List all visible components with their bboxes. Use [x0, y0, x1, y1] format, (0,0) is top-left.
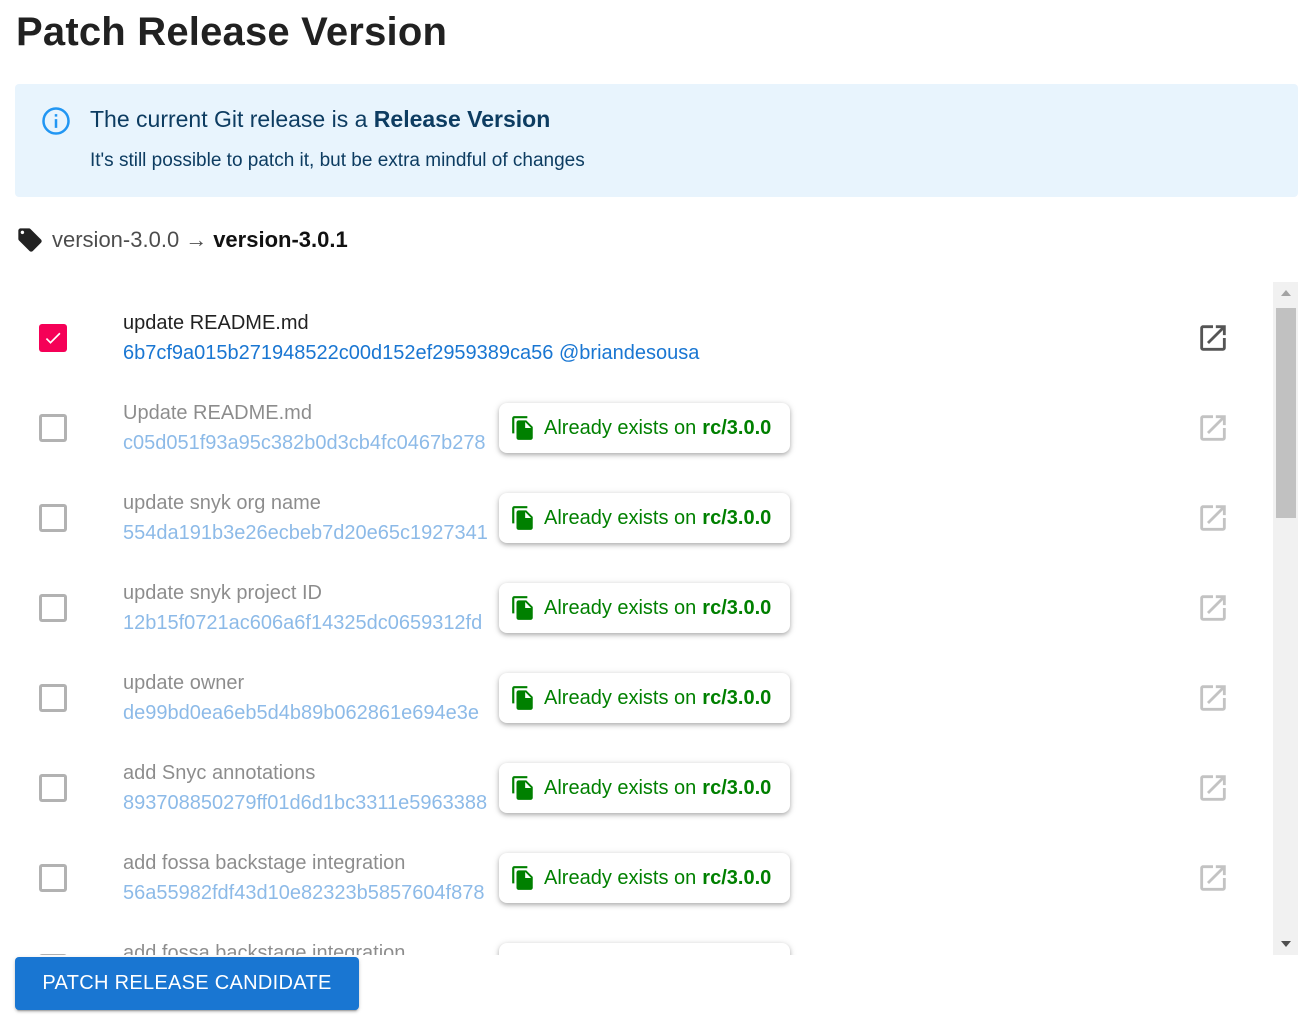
already-exists-chip: Already exists onrc/3.0.0 — [499, 853, 790, 903]
open-in-new-icon[interactable] — [1196, 771, 1230, 805]
open-in-new-icon[interactable] — [1196, 321, 1230, 355]
commit-message: update snyk org name — [123, 492, 321, 514]
version-transition: version-3.0.0 → version-3.0.1 — [16, 225, 348, 255]
version-arrow: → — [185, 227, 208, 252]
commit-row[interactable]: update snyk org name 554da191b3e26ecbeb7d… — [15, 462, 1271, 552]
already-exists-label: Already exists on — [544, 866, 697, 889]
commit-row[interactable]: update owner de99bd0ea6eb5d4b89b062861e69… — [15, 642, 1271, 732]
file-copy-icon — [512, 866, 533, 890]
commit-sha-link[interactable]: 893708850279ff01d6d1bc3311e5963388 — [123, 792, 487, 815]
already-exists-label: Already exists on — [544, 776, 697, 799]
commit-message: add fossa backstage integration — [123, 942, 406, 955]
commit-row[interactable]: add fossa backstage integration Already e… — [15, 912, 1271, 955]
from-version: version-3.0.0 — [52, 227, 180, 252]
commit-row[interactable]: update README.md 6b7cf9a015b271948522c00d… — [15, 282, 1271, 372]
already-exists-branch: rc/3.0.0 — [702, 686, 772, 709]
already-exists-label: Already exists on — [544, 506, 697, 529]
already-exists-chip: Already exists onrc/3.0.0 — [499, 673, 790, 723]
commit-sha-link[interactable]: 12b15f0721ac606a6f14325dc0659312fd — [123, 612, 482, 635]
info-alert: The current Git release is a Release Ver… — [15, 84, 1298, 197]
file-copy-icon — [512, 506, 533, 530]
patch-release-candidate-button[interactable]: PATCH RELEASE CANDIDATE — [15, 957, 359, 1010]
open-in-new-icon[interactable] — [1196, 861, 1230, 895]
already-exists-branch: rc/3.0.0 — [702, 416, 772, 439]
commit-checkbox[interactable] — [39, 594, 67, 622]
open-in-new-icon[interactable] — [1196, 591, 1230, 625]
commit-row[interactable]: update snyk project ID 12b15f0721ac606a6f… — [15, 552, 1271, 642]
file-copy-icon — [512, 776, 533, 800]
commit-message: update README.md — [123, 312, 309, 334]
scroll-thumb[interactable] — [1276, 308, 1296, 518]
already-exists-branch: rc/3.0.0 — [702, 506, 772, 529]
already-exists-label: Already exists on — [544, 686, 697, 709]
tag-icon — [18, 228, 42, 252]
open-in-new-icon[interactable] — [1196, 411, 1230, 445]
open-in-new-icon[interactable] — [1196, 681, 1230, 715]
commit-message: update owner — [123, 672, 245, 694]
file-copy-icon — [510, 954, 536, 955]
already-exists-branch: rc/3.0.0 — [702, 866, 772, 889]
already-exists-branch: rc/3.0.0 — [702, 596, 772, 619]
commit-row[interactable]: Update README.md c05d051f93a95c382b0d3cb4… — [15, 372, 1271, 462]
open-in-new-icon[interactable] — [1196, 951, 1230, 955]
commit-sha-link[interactable]: 6b7cf9a015b271948522c00d152ef2959389ca56… — [123, 342, 699, 365]
to-version: version-3.0.1 — [213, 227, 348, 252]
alert-body: It's still possible to patch it, but be … — [90, 150, 585, 171]
already-exists-chip: Already exists onrc/3.0.0 — [499, 583, 790, 633]
open-in-new-icon[interactable] — [1196, 501, 1230, 535]
commit-sha-link[interactable]: 554da191b3e26ecbeb7d20e65c1927341 — [123, 522, 488, 545]
commit-checkbox[interactable] — [39, 324, 67, 352]
already-exists-chip: Already exists onrc/3.0.0 — [499, 943, 790, 955]
commit-checkbox[interactable] — [39, 954, 67, 955]
alert-title: The current Git release is a Release Ver… — [90, 106, 551, 132]
file-copy-icon — [512, 686, 533, 710]
commit-message: update snyk project ID — [123, 582, 322, 604]
commit-checkbox[interactable] — [39, 684, 67, 712]
file-copy-icon — [512, 416, 533, 440]
commit-message: Update README.md — [123, 402, 312, 424]
already-exists-label: Already exists on — [544, 596, 697, 619]
commit-checkbox[interactable] — [39, 414, 67, 442]
commit-sha-link[interactable]: de99bd0ea6eb5d4b89b062861e694e3e — [123, 702, 479, 725]
commit-checkbox[interactable] — [39, 864, 67, 892]
commit-row[interactable]: add fossa backstage integration 56a55982f… — [15, 822, 1271, 912]
commit-list[interactable]: update README.md 6b7cf9a015b271948522c00d… — [15, 282, 1298, 955]
already-exists-chip: Already exists onrc/3.0.0 — [499, 763, 790, 813]
commit-checkbox[interactable] — [39, 774, 67, 802]
commit-row[interactable]: add Snyc annotations 893708850279ff01d6d1… — [15, 732, 1271, 822]
scroll-up-arrow-icon[interactable] — [1273, 282, 1298, 304]
already-exists-chip: Already exists onrc/3.0.0 — [499, 493, 790, 543]
commit-sha-link[interactable]: 56a55982fdf43d10e82323b5857604f878 — [123, 882, 484, 905]
commit-checkbox[interactable] — [39, 504, 67, 532]
file-copy-icon — [512, 596, 533, 620]
info-icon — [42, 107, 70, 135]
commit-author[interactable]: @briandesousa — [559, 342, 699, 364]
commit-message: add Snyc annotations — [123, 762, 316, 784]
check-icon — [45, 332, 61, 344]
alert-title-emphasis: Release Version — [373, 106, 551, 132]
already-exists-label: Already exists on — [544, 416, 697, 439]
scrollbar[interactable] — [1273, 282, 1298, 955]
page-title: Patch Release Version — [16, 10, 448, 54]
already-exists-chip: Already exists onrc/3.0.0 — [499, 403, 790, 453]
scroll-down-arrow-icon[interactable] — [1273, 933, 1298, 955]
commit-sha-link[interactable]: c05d051f93a95c382b0d3cb4fc0467b278 — [123, 432, 486, 455]
commit-message: add fossa backstage integration — [123, 852, 406, 874]
already-exists-branch: rc/3.0.0 — [702, 776, 772, 799]
